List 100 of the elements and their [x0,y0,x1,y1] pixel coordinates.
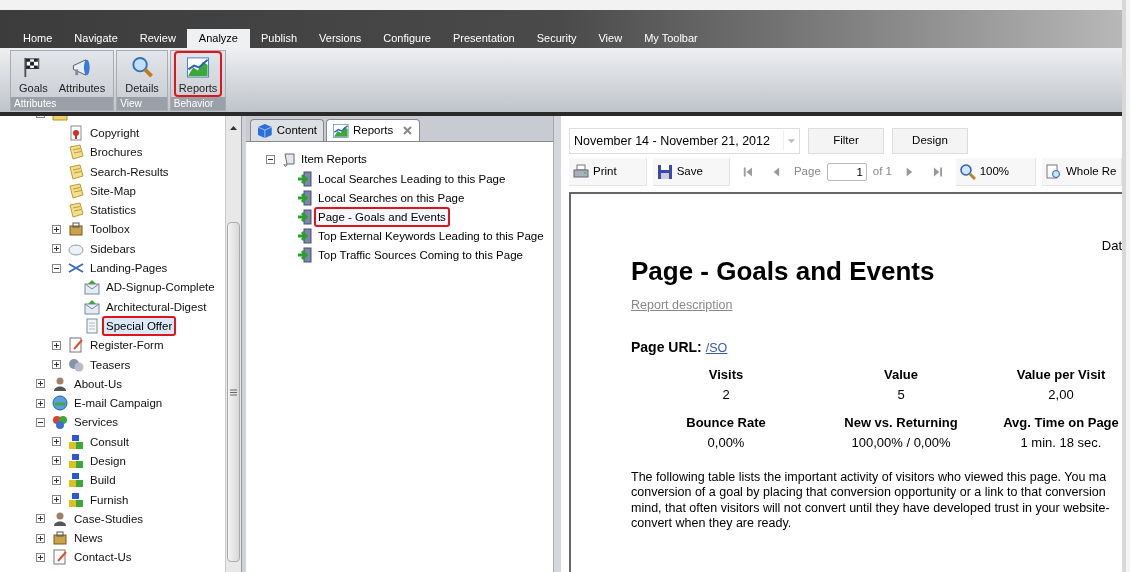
menu-tab[interactable]: Security [525,29,588,48]
menu-tab[interactable]: My Toolbar [633,29,709,48]
note-icon [68,202,84,219]
expand-icon[interactable] [52,456,61,466]
tree-item[interactable]: Sidebars [86,238,140,259]
grip-icon [230,388,237,396]
tree-item[interactable]: Teasers [86,354,135,375]
stat-value: 2,00 [1048,385,1074,404]
tree-item[interactable]: Services [70,412,123,433]
expand-icon[interactable] [52,495,61,505]
stat-label: New vs. Returning [844,413,958,432]
tree-item[interactable]: Special Offer [102,315,177,336]
menu-tab[interactable]: View [587,29,634,48]
report-title: Page - Goals and Events [631,256,936,286]
tree-item[interactable]: Copyright [86,122,144,143]
tree-item[interactable]: Register-Form [86,335,168,356]
report-item[interactable]: Top External Keywords Leading to this Page [314,225,548,246]
page-number-field[interactable]: 1 [826,163,867,181]
tree-item[interactable]: News [70,528,107,549]
expand-icon[interactable] [52,340,61,350]
ribbon-button[interactable]: Goals [14,51,53,97]
globe-icon [52,395,68,412]
stat-label: Value [884,365,918,384]
document-icon [68,124,84,141]
tree-item[interactable]: Architectural-Digest [102,296,211,317]
tree-item[interactable]: Design [86,451,130,471]
last-page-icon[interactable] [932,166,944,178]
menu-tab[interactable]: Configure [372,29,442,48]
expand-icon[interactable] [52,475,61,485]
report-item[interactable]: Local Searches Leading to this Page [314,168,510,189]
tree-item[interactable]: E-mail Campaign [70,393,167,414]
expand-icon[interactable] [52,360,61,369]
scrollbar-thumb[interactable] [227,222,240,562]
zoom-button[interactable]: 100% [955,158,1036,186]
tree-item[interactable]: Search-Results [86,161,173,182]
tree-item[interactable]: Statistics [86,200,140,221]
scroll-up-icon[interactable] [230,126,237,130]
expand-icon[interactable] [36,398,45,408]
note-icon [68,163,84,180]
menu-tab[interactable]: Review [128,29,187,48]
ribbon-button[interactable]: Attributes [53,51,111,97]
report-arrow-icon [297,189,313,206]
tree-item[interactable]: Contact-Us [70,547,136,568]
tree-item[interactable]: About-Us [70,373,126,394]
expand-icon[interactable] [52,224,61,234]
page-url-link[interactable]: /SO [705,338,728,358]
stat-label: Value per Visit [1016,365,1106,384]
scrollbar[interactable] [225,116,241,572]
expand-icon[interactable] [52,437,61,447]
tree-item[interactable]: Toolbox [86,219,134,240]
menu-tab[interactable]: Navigate [63,29,129,48]
whole-page-button[interactable]: Whole Re [1042,158,1122,186]
expand-icon[interactable] [36,514,45,524]
tree-item[interactable]: Furnish [86,489,133,510]
date-range-dropdown[interactable]: November 14 - November 21, 2012 [569,128,800,154]
expand-icon[interactable] [36,379,45,389]
page-url-label: Page URL: [631,337,702,357]
report-arrow-icon [297,227,313,244]
expand-icon[interactable] [36,552,45,562]
report-item[interactable]: Local Searches on this Page [314,187,469,208]
previous-page-icon[interactable] [771,166,782,178]
print-button[interactable]: Print [569,158,647,186]
stat-label: Bounce Rate [686,413,766,432]
menu-tab[interactable]: Publish [250,29,309,48]
ribbon-button[interactable]: Details [120,51,164,97]
close-icon[interactable] [403,126,413,135]
next-page-icon[interactable] [904,166,915,178]
tree-item[interactable]: Build [86,470,120,491]
first-page-icon[interactable] [742,166,754,178]
stat-value: 0,00% [707,433,745,452]
tree-item[interactable]: Landing-Pages [86,258,172,279]
collapse-icon[interactable] [266,155,275,164]
report-arrow-icon [297,170,313,187]
tree-item[interactable]: Consult [86,431,133,452]
save-button[interactable]: Save [652,158,731,186]
page-count: of 1 [872,164,892,180]
design-button[interactable]: Design [892,128,968,154]
report-item[interactable]: Page - Goals and Events [314,206,450,227]
stat-value: 2 [722,385,730,404]
editor-tab[interactable]: Reports [326,119,420,141]
tree-item[interactable]: Case-Studies [70,508,148,529]
expand-icon[interactable] [36,533,45,543]
collapse-icon[interactable] [52,263,61,273]
menu-tab[interactable]: Analyze [186,29,250,48]
menu-tab[interactable]: Versions [308,29,373,48]
report-description-link[interactable]: Report description [631,296,733,315]
filter-button[interactable]: Filter [808,128,884,154]
collapse-icon[interactable] [36,417,45,427]
report-item[interactable]: Top Traffic Sources Coming to this Page [314,244,527,265]
editor-tab[interactable]: Content [250,119,324,141]
page-label: Page [793,164,821,180]
tree-item[interactable]: Item Reports [301,150,367,169]
tree-item[interactable]: AD-Signup-Complete [102,277,219,298]
colored-balls-icon [52,414,68,431]
stat-value: 5 [897,385,905,404]
menu-tab[interactable]: Home [12,29,64,48]
tree-item[interactable]: Brochures [86,142,147,163]
expand-icon[interactable] [52,244,61,254]
tree-item[interactable]: Site-Map [86,180,141,201]
menu-tab[interactable]: Presentation [441,29,526,48]
